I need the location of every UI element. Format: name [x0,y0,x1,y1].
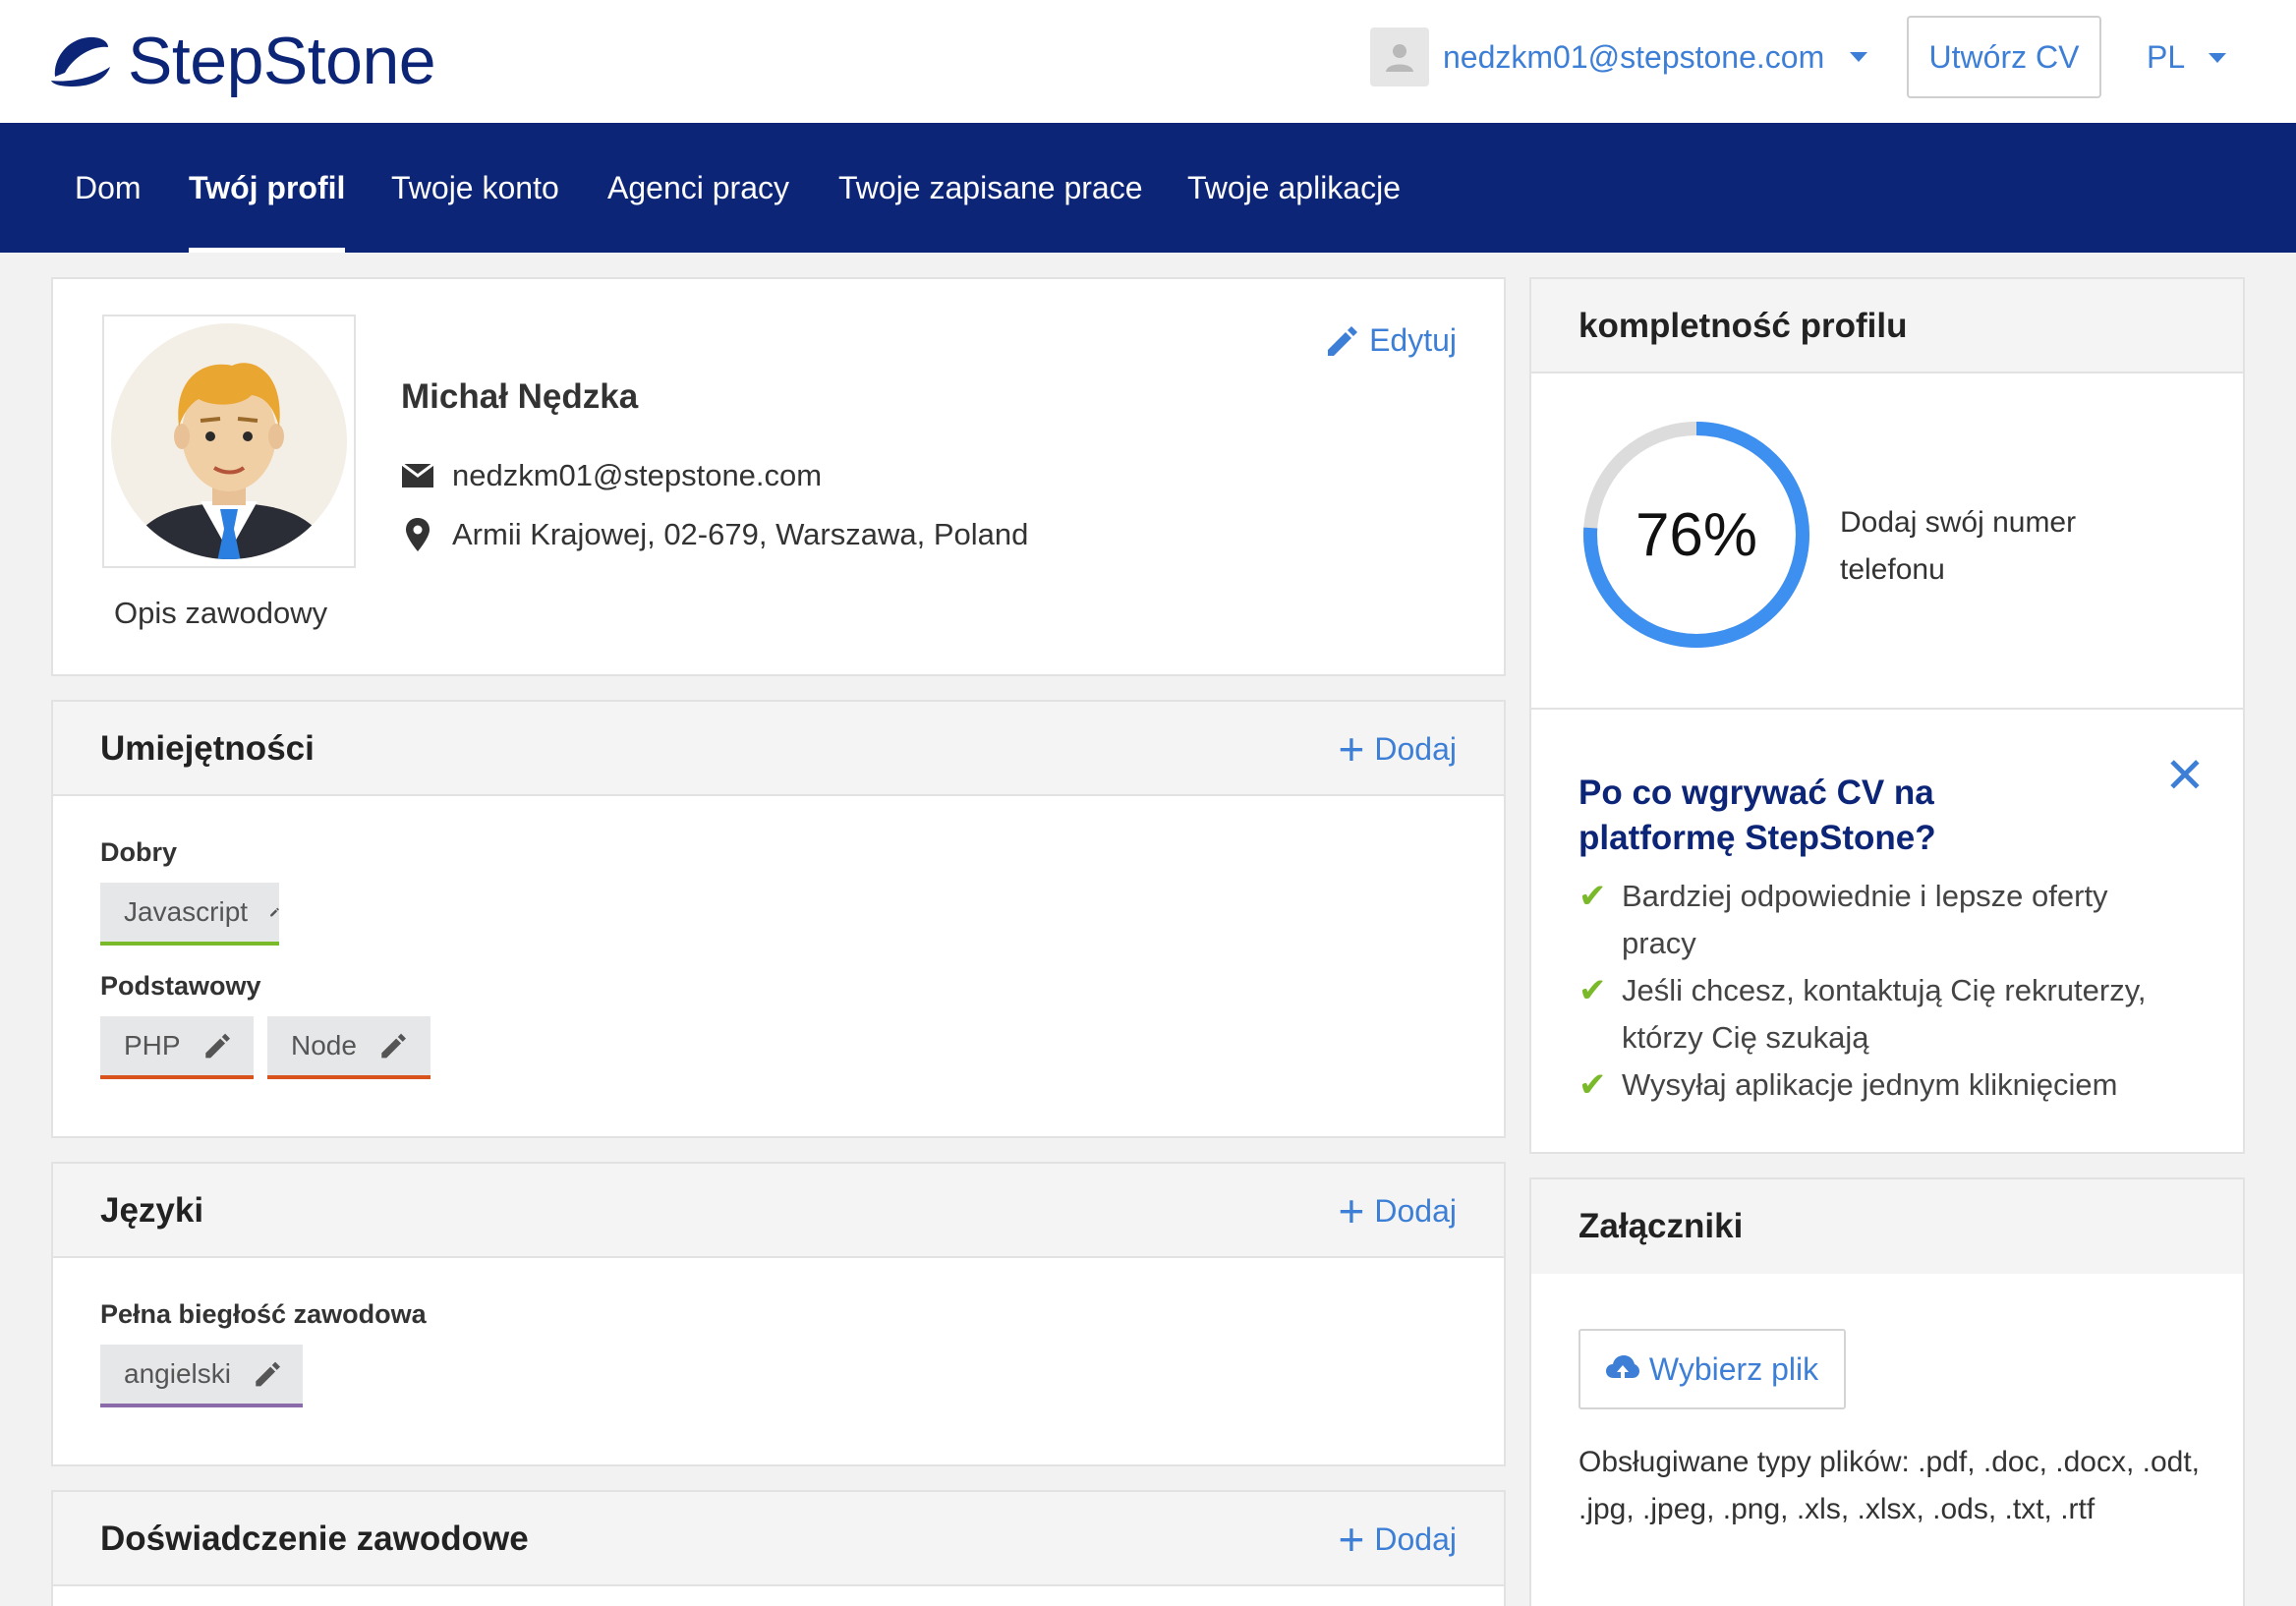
choose-file-label: Wybierz plik [1648,1350,1819,1387]
language-selector[interactable]: PL [2147,39,2227,76]
map-pin-icon [401,518,434,551]
pencil-icon [1328,325,1358,356]
promo-bullet-text: Bardziej odpowiednie i lepsze oferty pra… [1622,879,2108,960]
checkmark-icon: ✔ [1578,878,1607,915]
stepstone-logo[interactable]: StepStone [49,24,436,98]
add-label: Dodaj [1374,730,1457,767]
supported-file-types: Obsługiwane typy plików: .pdf, .doc, .do… [1578,1446,2200,1525]
completeness-hint[interactable]: Dodaj swój numer telefonu [1840,499,2154,594]
completeness-percent: 76% [1635,500,1758,569]
pencil-icon[interactable] [378,1032,406,1060]
experience-card: Doświadczenie zawodowe + Dodaj [51,1490,1506,1606]
cloud-upload-icon [1605,1355,1639,1383]
top-header: StepStone nedzkm01@stepstone.com Utwórz … [0,0,2296,123]
nav-item-account[interactable]: Twoje konto [391,123,559,253]
envelope-icon [401,464,434,488]
completeness-title: kompletność profilu [1578,307,1908,345]
language-name: angielski [124,1358,231,1389]
plus-icon: + [1338,1514,1365,1565]
skill-chip[interactable]: Javascript [100,883,279,946]
nav-item-dom[interactable]: Dom [75,123,142,253]
user-avatar-icon [1370,28,1429,86]
language-chip[interactable]: angielski [100,1345,303,1407]
profile-card: Opis zawodowy Michał Nędzka nedzkm01@ste… [51,277,1506,676]
pencil-icon[interactable] [269,898,279,926]
user-email: nedzkm01@stepstone.com [1443,38,1825,75]
nav-item-profile[interactable]: Twój profil [189,123,346,253]
language-level-label: Pełna biegłość zawodowa [100,1299,427,1329]
skill-level-label: Dobry [100,837,178,867]
language-label: PL [2147,39,2186,75]
skill-name: Javascript [124,896,249,927]
attachments-header: Załączniki [1531,1179,2243,1274]
languages-header: Języki + Dodaj [53,1164,1504,1258]
completeness-header: kompletność profilu [1531,279,2243,373]
languages-title: Języki [100,1191,204,1230]
edit-label: Edytuj [1369,322,1457,358]
add-label: Dodaj [1374,1192,1457,1229]
skill-name: Node [291,1030,357,1061]
chevron-down-icon [1850,52,1868,62]
add-label: Dodaj [1374,1520,1457,1557]
promo-bullet-text: Jeśli chcesz, kontaktują Cię rekruterzy,… [1622,973,2147,1055]
nav-item-job-agents[interactable]: Agenci pracy [607,123,789,253]
experience-title: Doświadczenie zawodowe [100,1520,529,1558]
avatar-illustration [111,323,347,559]
choose-file-button[interactable]: Wybierz plik [1578,1329,1846,1409]
main-nav: Dom Twój profil Twoje konto Agenci pracy… [0,123,2296,253]
experience-header: Doświadczenie zawodowe + Dodaj [53,1492,1504,1586]
attachments-card: Załączniki Wybierz plik Obsługiwane typy… [1529,1177,2245,1606]
profile-completeness-card: kompletność profilu 76% Dodaj swój numer… [1529,277,2245,1154]
skill-chip[interactable]: PHP [100,1016,254,1079]
profile-name: Michał Nędzka [401,377,639,416]
skill-chip[interactable]: Node [267,1016,430,1079]
profile-email: nedzkm01@stepstone.com [452,458,823,492]
add-skill-button[interactable]: + Dodaj [1339,702,1457,796]
nav-item-saved-jobs[interactable]: Twoje zapisane prace [838,123,1143,253]
pencil-icon[interactable] [202,1032,230,1060]
plus-icon: + [1338,1185,1365,1236]
stepstone-logo-icon [51,36,110,86]
skills-card: Umiejętności + Dodaj Dobry Javascript Po… [51,700,1506,1138]
nav-item-applications[interactable]: Twoje aplikacje [1187,123,1401,253]
skills-title: Umiejętności [100,729,315,768]
pencil-icon[interactable] [253,1360,280,1388]
skills-header: Umiejętności + Dodaj [53,702,1504,796]
create-cv-button[interactable]: Utwórz CV [1907,16,2101,98]
logo-text: StepStone [128,24,436,98]
checkmark-icon: ✔ [1578,1066,1607,1104]
checkmark-icon: ✔ [1578,972,1607,1009]
divider [1531,708,2243,710]
profile-address-row: Armii Krajowej, 02-679, Warszawa, Poland [401,517,1028,552]
attachments-title: Załączniki [1578,1207,1744,1245]
skill-name: PHP [124,1030,181,1061]
plus-icon: + [1338,723,1365,774]
profile-photo[interactable] [102,315,356,568]
languages-card: Języki + Dodaj Pełna biegłość zawodowa a… [51,1162,1506,1466]
skill-level-label: Podstawowy [100,971,261,1001]
promo-bullet: ✔ Wysyłaj aplikacje jednym kliknięciem [1578,1061,2182,1109]
chevron-down-icon [2209,52,2227,63]
professional-description-label[interactable]: Opis zawodowy [114,596,327,631]
profile-address: Armii Krajowej, 02-679, Warszawa, Poland [452,517,1029,551]
add-language-button[interactable]: + Dodaj [1339,1164,1457,1258]
profile-email-row: nedzkm01@stepstone.com [401,458,822,493]
promo-bullet: ✔ Bardziej odpowiednie i lepsze oferty p… [1578,873,2182,967]
close-icon[interactable]: ✕ [2164,751,2206,800]
promo-bullet-text: Wysyłaj aplikacje jednym kliknięciem [1622,1067,2118,1102]
user-menu[interactable]: nedzkm01@stepstone.com [1370,28,1868,86]
edit-profile-link[interactable]: Edytuj [1324,322,1457,359]
promo-bullet: ✔ Jeśli chcesz, kontaktują Cię rekruterz… [1578,967,2182,1061]
add-experience-button[interactable]: + Dodaj [1339,1492,1457,1586]
promo-title: Po co wgrywać CV na platformę StepStone? [1578,774,1936,857]
